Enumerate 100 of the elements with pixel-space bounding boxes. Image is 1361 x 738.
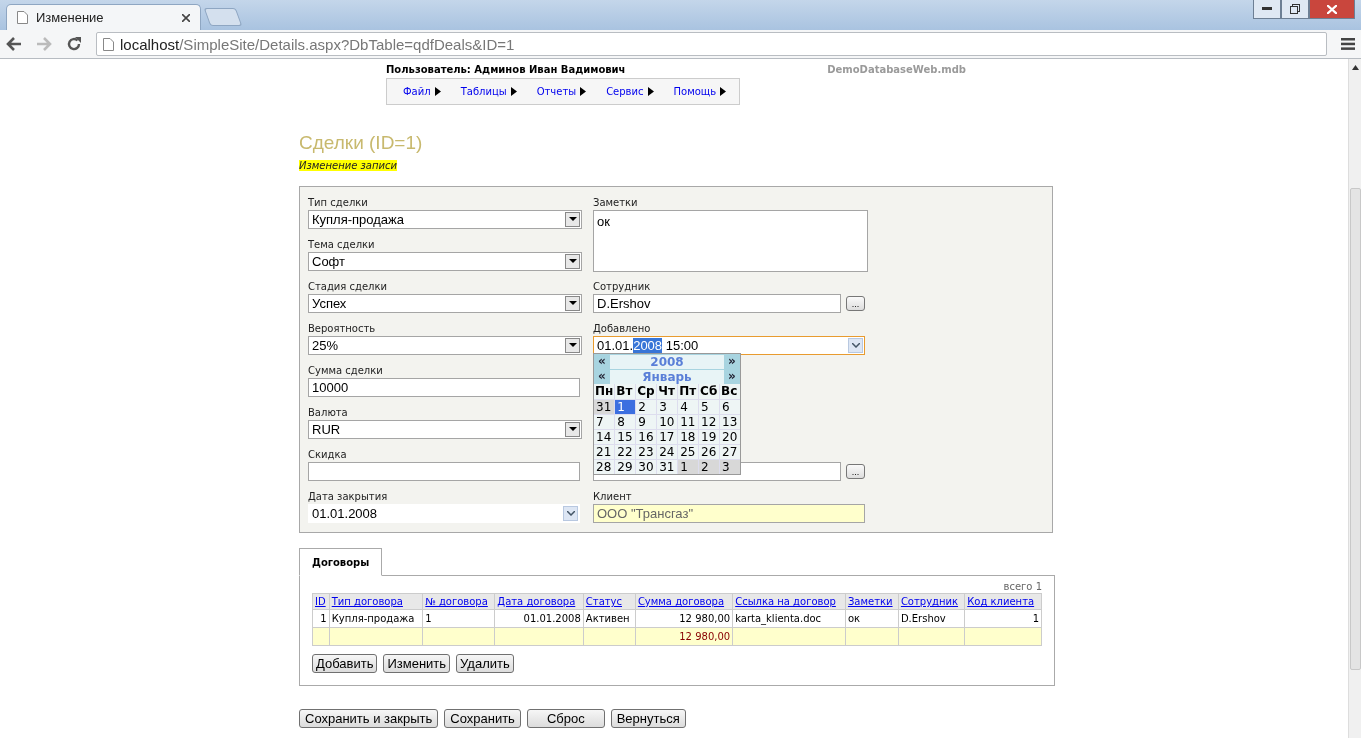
menu-item[interactable]: Отчеты [536,86,587,97]
table-action-button[interactable]: Удалить [456,654,514,673]
menu-item[interactable]: Помощь [673,86,727,97]
calendar-day[interactable]: 1 [678,460,699,474]
calendar-day[interactable]: 9 [636,415,657,429]
next-year-button[interactable]: » [724,354,740,369]
calendar-day[interactable]: 23 [636,445,657,459]
calendar-day[interactable]: 26 [699,445,720,459]
calendar-day[interactable]: 5 [699,400,720,414]
date-field[interactable]: 01.01.2008 [308,504,580,523]
calendar-day[interactable]: 30 [636,460,657,474]
calendar-day[interactable]: 8 [615,415,636,429]
field-label: Валюта [308,406,349,420]
select-field[interactable]: Успех [308,294,582,313]
dropdown-button[interactable] [563,506,578,521]
calendar-day[interactable]: 10 [657,415,678,429]
field-label: Тема сделки [308,238,376,252]
calendar-day[interactable]: 31 [657,460,678,474]
select-field[interactable]: RUR [308,420,582,439]
weekday-label: Пн [594,384,615,399]
form-button[interactable]: Сброс [526,709,605,728]
calendar-day[interactable]: 21 [594,445,615,459]
datetime-field[interactable]: 01.01.2008 15:00 [593,336,865,355]
minimize-icon [1262,7,1272,11]
dropdown-button[interactable] [565,254,580,269]
select-field[interactable]: 25% [308,336,582,355]
calendar-day[interactable]: 18 [678,430,699,444]
menu-icon[interactable] [1341,38,1355,50]
calendar-day[interactable]: 2 [699,460,720,474]
dropdown-button[interactable] [565,212,580,227]
calendar-year: 2008 [610,355,724,369]
table-action-button[interactable]: Изменить [383,654,451,673]
client-field: ООО "Трансгаз" [593,504,865,523]
scroll-up-icon[interactable] [1351,65,1359,70]
select-field[interactable]: Софт [308,252,582,271]
calendar-day[interactable]: 27 [720,445,740,459]
calendar-day[interactable]: 25 [678,445,699,459]
next-month-button[interactable]: » [724,369,740,384]
close-icon[interactable] [182,13,190,22]
calendar-month: Январь [610,370,724,384]
calendar-day[interactable]: 19 [699,430,720,444]
restore-button[interactable] [1281,0,1309,19]
calendar-day[interactable]: 15 [615,430,636,444]
calendar-day[interactable]: 12 [699,415,720,429]
arrow-right-icon [580,87,587,96]
input-field[interactable]: D.Ershov [593,294,841,313]
calendar-day[interactable]: 7 [594,415,615,429]
calendar-day[interactable]: 17 [657,430,678,444]
calendar-day[interactable]: 20 [720,430,740,444]
reload-icon[interactable] [66,36,82,52]
menu-item[interactable]: Сервис [606,86,654,97]
menu-item[interactable]: Таблицы [460,86,517,97]
form-button[interactable]: Сохранить и закрыть [299,709,439,728]
scrollbar-thumb[interactable] [1349,188,1361,670]
calendar-day[interactable]: 11 [678,415,699,429]
calendar-day[interactable]: 16 [636,430,657,444]
tab[interactable]: Договоры [299,548,383,576]
close-button[interactable] [1309,0,1355,19]
calendar-day[interactable]: 28 [594,460,615,474]
select-field[interactable]: Купля-продажа [308,210,582,229]
browse-button[interactable]: ... [846,464,865,479]
back-icon[interactable] [6,37,22,51]
calendar-day[interactable]: 4 [678,400,699,414]
calendar-day[interactable]: 24 [657,445,678,459]
calendar-day[interactable]: 2 [636,400,657,414]
input-field[interactable]: 10000 [308,378,580,397]
dropdown-button[interactable] [565,338,580,353]
calendar-day[interactable]: 3 [720,460,740,474]
arrow-right-icon [510,87,517,96]
calendar-day[interactable]: 1 [615,400,636,414]
field-label: Дата закрытия [308,490,389,504]
calendar-day[interactable]: 13 [720,415,740,429]
calendar-day[interactable]: 22 [615,445,636,459]
previous-year-button[interactable]: « [594,354,610,369]
page-subtitle: Изменение записи [299,160,398,171]
form-button[interactable]: Вернуться [610,709,686,728]
dropdown-button[interactable] [565,422,580,437]
table-action-button[interactable]: Добавить [312,654,378,673]
page-title: Сделки (ID=1) [299,132,424,154]
calendar-day[interactable]: 14 [594,430,615,444]
form-button[interactable]: Сохранить [444,709,521,728]
calendar-day[interactable]: 6 [720,400,740,414]
previous-month-button[interactable]: « [594,369,610,384]
browser-tab[interactable]: Изменение [6,4,201,30]
menu-item[interactable]: Файл [403,86,441,97]
calendar-day[interactable]: 3 [657,400,678,414]
notes-field[interactable]: ок [593,210,868,272]
input-field[interactable] [308,462,580,481]
dropdown-button[interactable] [848,338,863,353]
browse-button[interactable]: ... [846,296,865,311]
calendar-day[interactable]: 29 [615,460,636,474]
page-icon [17,11,28,24]
field-label: Заметки [593,196,639,210]
minimize-button[interactable] [1253,0,1281,19]
calendar-day[interactable]: 31 [594,400,615,414]
close-icon [1327,4,1337,14]
field-label: Стадия сделки [308,280,389,294]
address-bar[interactable]: localhost/SimpleSite/Details.aspx?DbTable=qdfDeals&ID=1 [96,32,1327,56]
dropdown-button[interactable] [565,296,580,311]
field-label: Сотрудник [593,280,652,294]
